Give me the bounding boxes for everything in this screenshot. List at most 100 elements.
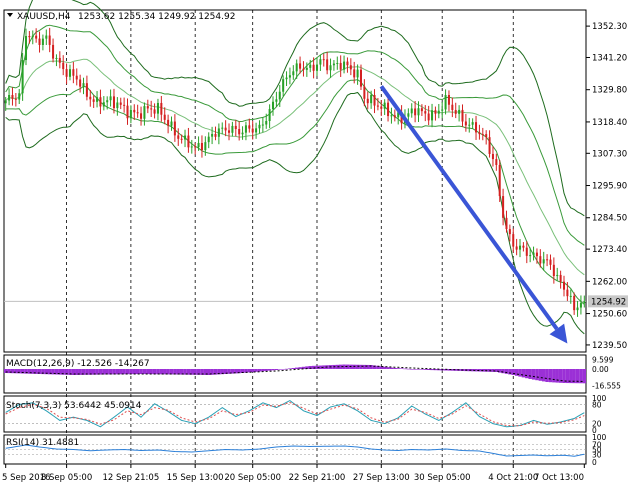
candle-body [160, 102, 163, 115]
candle-body [153, 109, 156, 114]
candle-body [14, 98, 17, 100]
candle-body [376, 105, 379, 107]
candle-body [444, 94, 447, 110]
band-middle [5, 58, 585, 276]
candle-body [458, 109, 461, 114]
candle-body [261, 124, 264, 126]
macd-histogram-bar [261, 369, 265, 372]
chart-header: XAUUSD,H4 1253.62 1255.34 1249.92 1254.9… [7, 12, 235, 22]
macd-histogram-bar [538, 369, 543, 381]
candle-body [79, 79, 82, 87]
candle-body [356, 69, 359, 78]
candle-body [424, 111, 427, 114]
candle-body [177, 135, 180, 139]
candle-body [119, 102, 122, 105]
chart-ohlc: 1253.62 1255.34 1249.92 1254.92 [78, 12, 235, 22]
macd-histogram-bar [271, 369, 275, 371]
candle-body [427, 113, 430, 121]
time-tick-label: 8 Sep 05:00 [41, 473, 92, 483]
candle-body [420, 108, 423, 112]
macd-histogram-bar [254, 369, 258, 372]
price-axis: 1352.30 1341.20 1329.80 1318.40 1307.30 1295.… [586, 22, 628, 467]
candle-body [343, 61, 346, 70]
candle-body [255, 128, 258, 133]
candle-body [99, 97, 102, 107]
candle-body [475, 122, 478, 133]
macd-histogram-bar [278, 369, 282, 370]
macd-histogram-bar [362, 364, 367, 369]
chart-canvas[interactable]: 1352.30 1341.20 1329.80 1318.40 1307.30 1295.… [0, 0, 630, 489]
candle-body [525, 247, 528, 256]
candle-body [68, 69, 71, 77]
candle-body [8, 95, 11, 101]
candle-body [167, 119, 170, 126]
candle-body [150, 108, 153, 110]
macd-histogram-bar [393, 368, 397, 369]
candle-body [207, 136, 210, 143]
candle-body [407, 113, 410, 117]
candle-body [58, 57, 61, 63]
candle-body [197, 142, 200, 148]
candle-body [82, 83, 85, 87]
macd-histogram-bar [413, 369, 417, 370]
candle-body [529, 255, 532, 257]
candle-body [146, 106, 149, 109]
rsi-panel-frame [3, 434, 587, 465]
candle-body [35, 35, 38, 39]
candle-body [251, 128, 254, 133]
candle-body [4, 100, 7, 104]
candle-body [106, 100, 109, 103]
candle-body [339, 62, 342, 70]
candle-body [515, 246, 518, 250]
macd-histogram-bar [284, 368, 289, 370]
candle-body [24, 36, 28, 61]
candle-body [234, 125, 237, 130]
macd-histogram-bar [355, 364, 360, 369]
bollinger-bands [5, 0, 585, 335]
candle-body [312, 64, 315, 71]
candle-body [508, 229, 511, 235]
price-tick-label: 1329.80 [592, 86, 627, 96]
trend-arrow [379, 85, 568, 344]
candle-body [285, 77, 288, 80]
candle-body [562, 281, 566, 290]
price-tick-label: 1318.40 [592, 118, 627, 128]
candle-body [21, 60, 24, 94]
candle-body [89, 96, 92, 100]
macd-histogram-bar [125, 369, 130, 375]
macd-histogram-bar [518, 369, 522, 377]
candle-body [187, 135, 190, 148]
candle-body [322, 59, 325, 61]
macd-histogram-bar [139, 369, 143, 374]
candle-body [478, 132, 481, 135]
candle-body [512, 234, 515, 247]
candle-body [495, 159, 498, 165]
candle-body [123, 104, 126, 106]
macd-histogram-bar [132, 369, 136, 375]
triangle-down-icon[interactable] [7, 13, 13, 17]
price-tick-label: 1262.00 [592, 277, 627, 287]
candle-body [292, 71, 295, 76]
macd-histogram-bar [535, 369, 539, 381]
candle-body [129, 109, 132, 119]
chart-symbol-title: XAUUSD,H4 [17, 12, 71, 22]
candle-body [92, 99, 95, 102]
macd-histogram-bar [514, 369, 519, 376]
candle-body [579, 303, 582, 308]
candle-body [204, 142, 207, 151]
candle-body [133, 109, 136, 113]
candle-body [559, 274, 562, 282]
band-upper-inner [5, 24, 585, 246]
macd-histogram-bar [498, 369, 502, 373]
candle-body [410, 108, 413, 114]
macd-histogram-bar [389, 367, 394, 369]
macd-histogram-bar [416, 369, 421, 370]
macd-histogram-bar [521, 369, 526, 378]
time-tick-label: 15 Sep 13:00 [167, 473, 224, 483]
candle-body [353, 69, 356, 78]
candle-body [18, 93, 21, 100]
candle-body [502, 196, 505, 218]
candle-body [180, 138, 183, 140]
candle-body [265, 120, 268, 125]
candle-body [461, 109, 464, 122]
